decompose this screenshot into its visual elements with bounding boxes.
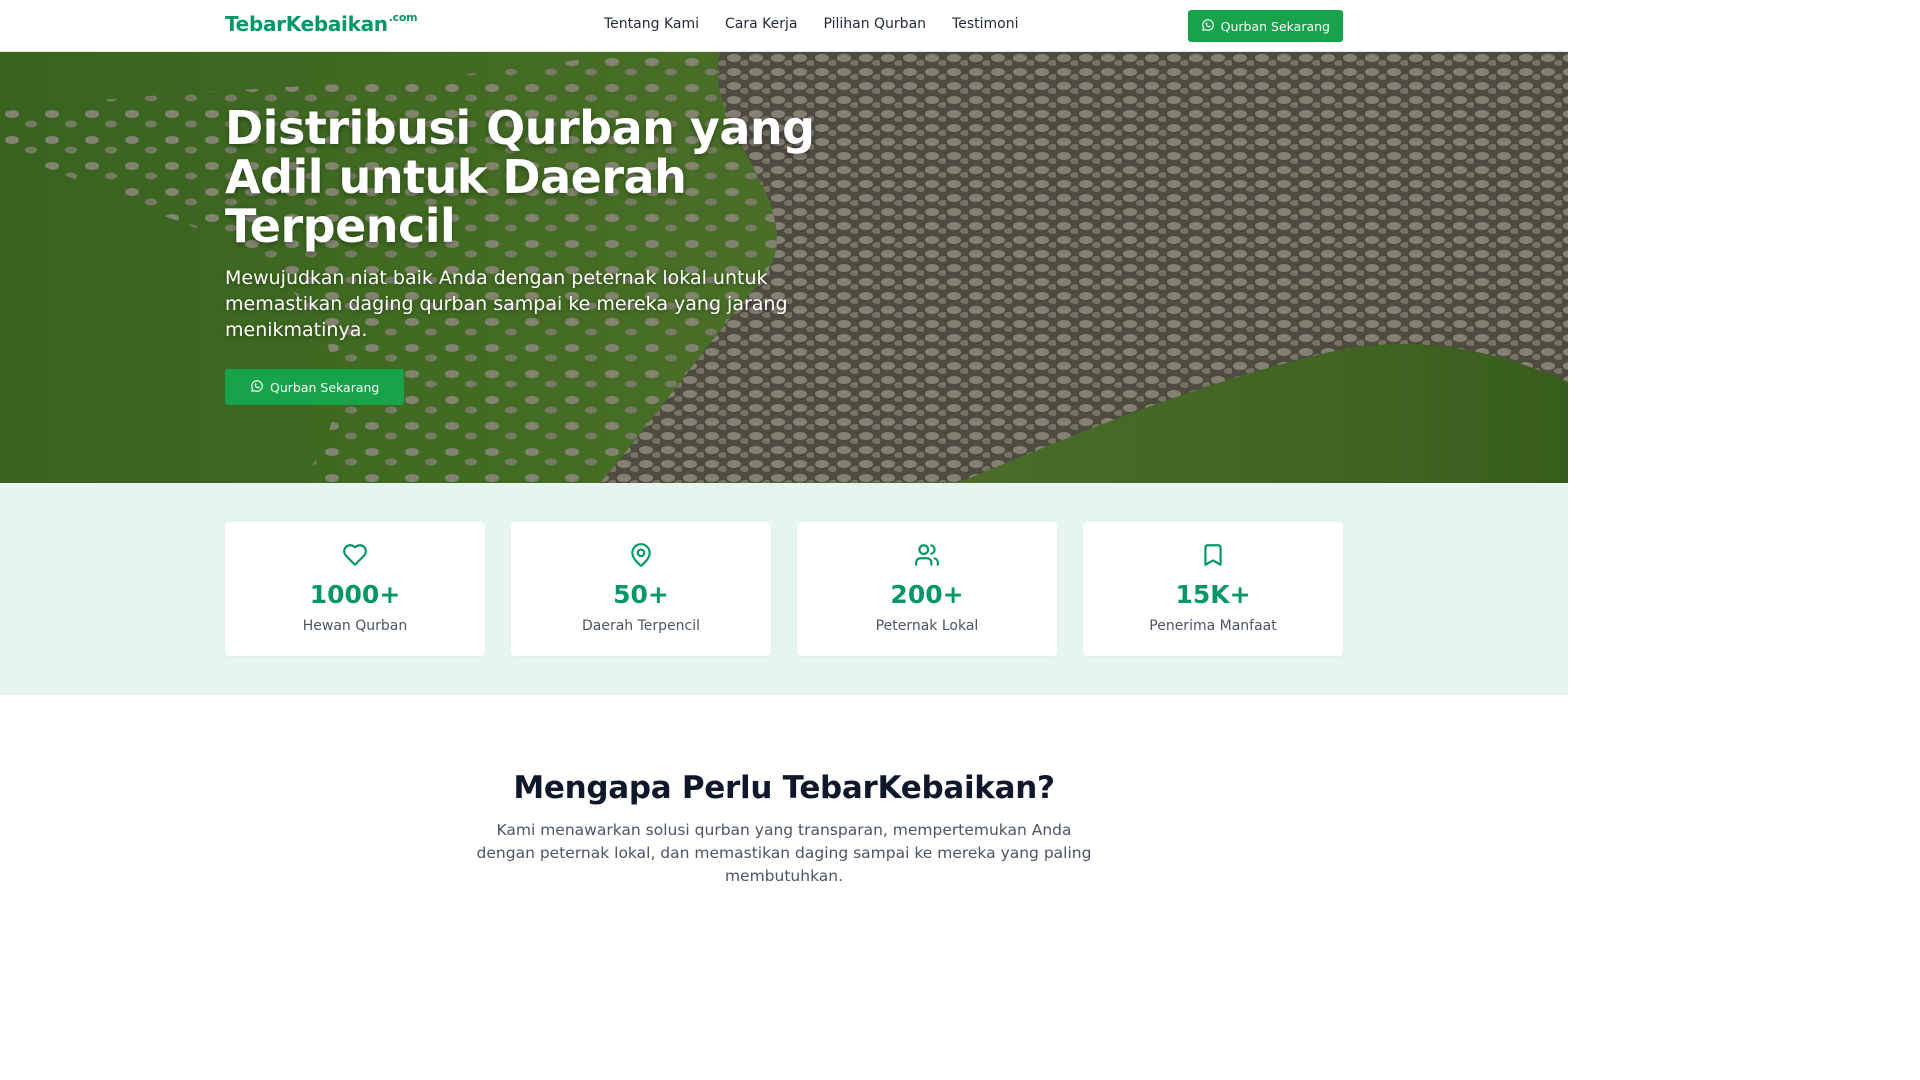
nav-link-pilihan-qurban[interactable]: Pilihan Qurban	[823, 16, 926, 32]
nav-qurban-button[interactable]: Qurban Sekarang	[1187, 10, 1343, 42]
hero-title: Distribusi Qurban yang Adil untuk Daerah…	[225, 101, 815, 253]
nav-link-testimoni[interactable]: Testimoni	[952, 16, 1018, 32]
whatsapp-icon	[1201, 18, 1215, 35]
users-icon	[914, 542, 940, 568]
heart-icon	[342, 542, 368, 568]
stat-card-penerima-manfaat: 15K+ Penerima Manfaat	[1083, 522, 1343, 656]
stat-card-hewan-qurban: 1000+ Hewan Qurban	[225, 522, 485, 656]
stat-card-daerah-terpencil: 50+ Daerah Terpencil	[511, 522, 771, 656]
nav-link-cara-kerja[interactable]: Cara Kerja	[725, 16, 797, 32]
brand-suffix: .com	[388, 11, 418, 25]
main-nav: Tentang Kami Cara Kerja Pilihan Qurban T…	[604, 16, 1018, 32]
hero-qurban-button[interactable]: Qurban Sekarang	[225, 369, 405, 405]
stat-label: Peternak Lokal	[875, 618, 979, 634]
navbar: TebarKebaikan.com Tentang Kami Cara Kerj…	[0, 0, 1568, 52]
hero-subtitle: Mewujudkan niat baik Anda dengan peterna…	[225, 267, 788, 341]
whatsapp-icon	[250, 379, 264, 396]
nav-qurban-label: Qurban Sekarang	[1220, 18, 1330, 34]
brand-name: TebarKebaikan	[225, 12, 388, 36]
stat-value: 15K+	[1175, 580, 1251, 609]
stat-value: 200+	[890, 580, 964, 609]
hero-content: Distribusi Qurban yang Adil untuk Daerah…	[225, 104, 865, 343]
stat-label: Penerima Manfaat	[1149, 618, 1277, 634]
hero-section: Distribusi Qurban yang Adil untuk Daerah…	[0, 52, 1568, 483]
hero-qurban-label: Qurban Sekarang	[270, 379, 380, 395]
brand-logo[interactable]: TebarKebaikan.com	[225, 11, 418, 36]
bookmark-icon	[1200, 542, 1226, 568]
stat-value: 1000+	[309, 580, 401, 609]
map-pin-icon	[628, 542, 654, 568]
why-description: Kami menawarkan solusi qurban yang trans…	[476, 821, 1092, 885]
navbar-inner: TebarKebaikan.com Tentang Kami Cara Kerj…	[225, 0, 1343, 52]
nav-link-tentang-kami[interactable]: Tentang Kami	[604, 16, 699, 32]
stats-section: 1000+ Hewan Qurban 50+ Daerah Terpencil …	[0, 483, 1568, 695]
why-title: Mengapa Perlu TebarKebaikan?	[513, 770, 1055, 806]
stat-label: Daerah Terpencil	[581, 618, 701, 634]
stat-card-peternak-lokal: 200+ Peternak Lokal	[797, 522, 1057, 656]
stat-value: 50+	[613, 580, 669, 609]
why-section: Mengapa Perlu TebarKebaikan? Kami menawa…	[0, 695, 1568, 889]
stat-label: Hewan Qurban	[302, 618, 408, 634]
